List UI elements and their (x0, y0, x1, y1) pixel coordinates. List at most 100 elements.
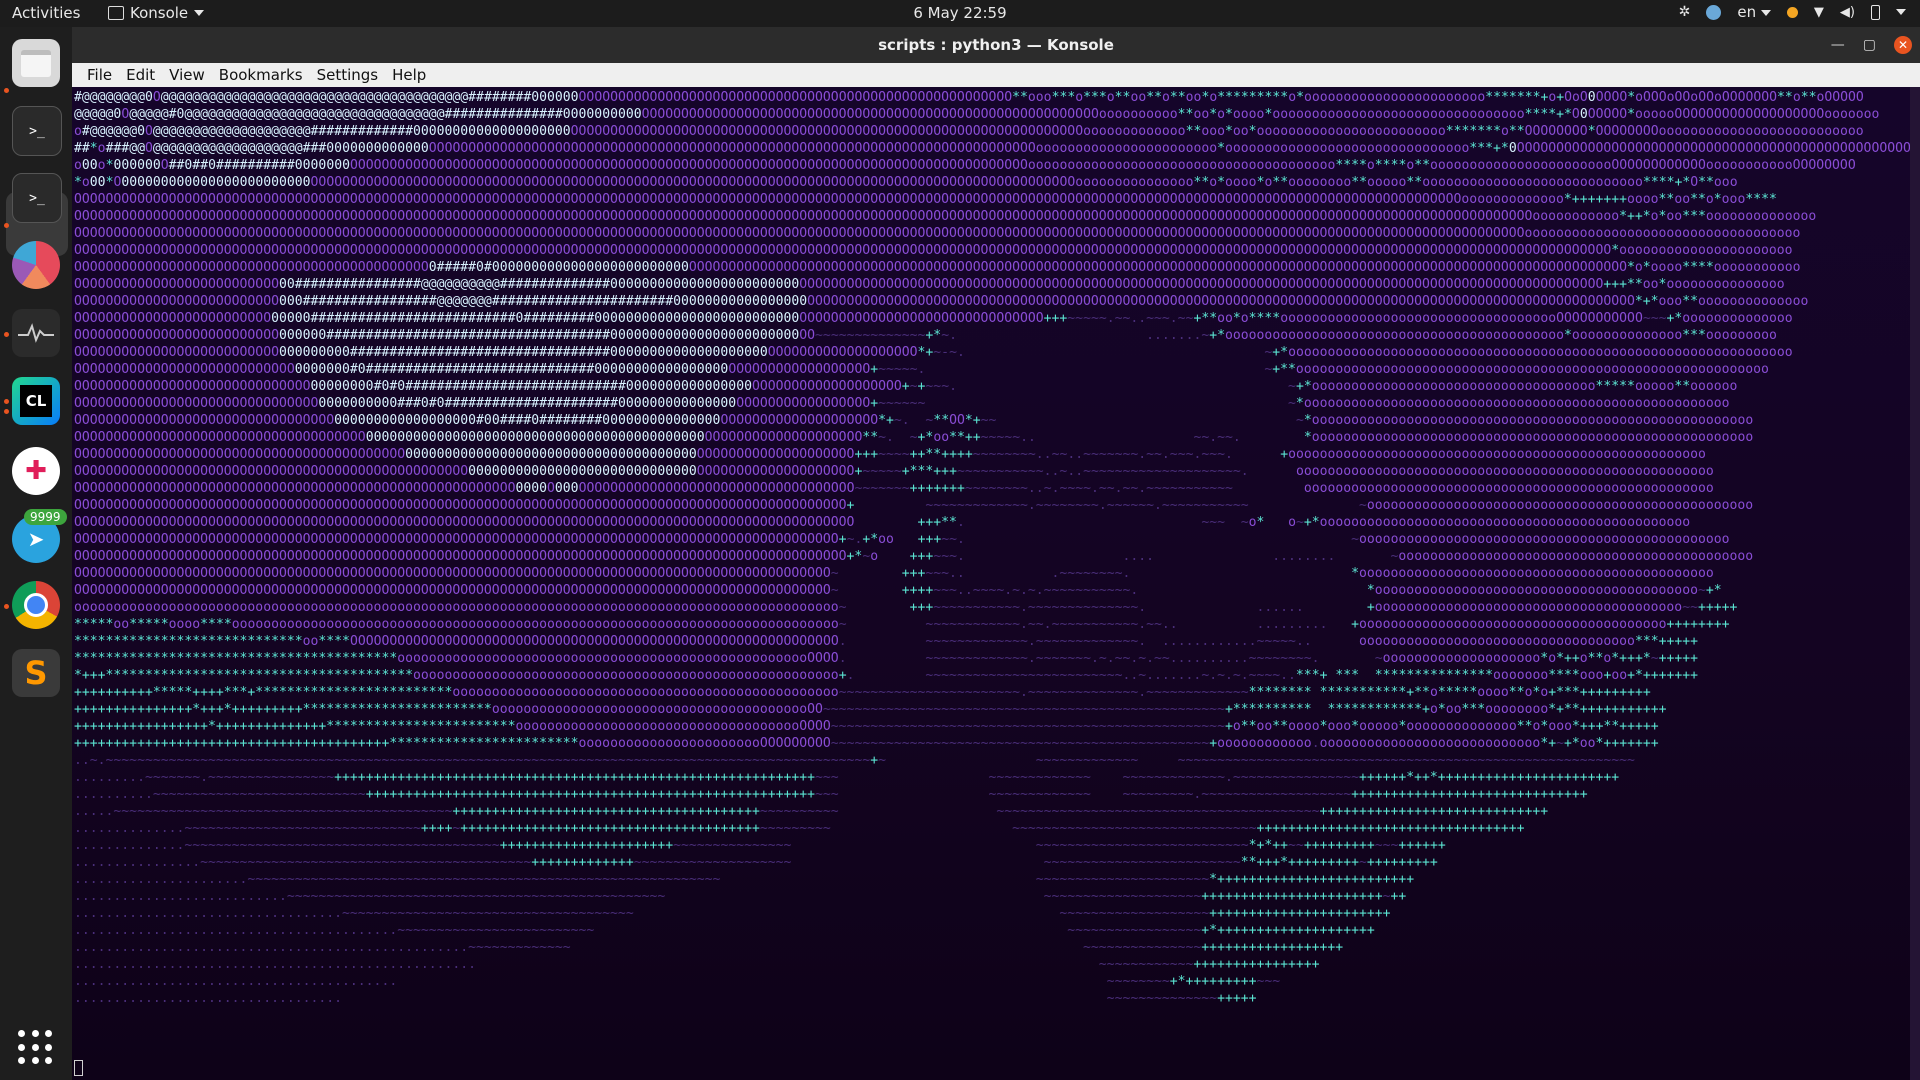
ascii-art-line: o00o*000000O##0##0##########0000000OOOOO… (74, 158, 1856, 173)
menu-settings[interactable]: Settings (310, 66, 386, 84)
ascii-art-line: OOOOOOOOOOOOOOOOOOOOOOOOOOOO0000000#0###… (74, 362, 1769, 377)
system-monitor-icon[interactable] (12, 309, 60, 357)
konsole-window: scripts : python3 — Konsole — ▢ ✕ File E… (72, 27, 1920, 1080)
ascii-art-line: OOOOOOOOOOOOOOOOOOOOOOOOOOOOOOOOOOOOOOOO… (74, 447, 1706, 462)
ascii-art-line: .........~~~~~~~.~~~~~~~~~~~~~~~~+++++++… (74, 770, 1620, 785)
show-applications-button[interactable] (18, 1030, 54, 1066)
system-tray: ✲ en ▼ ◀) (1679, 3, 1906, 21)
clock[interactable]: 6 May 22:59 (913, 4, 1006, 22)
pulse-icon (18, 323, 54, 343)
ascii-art-line: ++++++++++++++++++++++++++++++++++++++++… (74, 736, 1659, 751)
ascii-art-line: ..............~~~~~~~~~~~~~~~~~~~~~~~~~~… (74, 838, 1446, 853)
ascii-art-line: OOOOOOOOOOOOOOOOOOOOOOOOOOOOOOOOOOOOOOOO… (74, 515, 1691, 530)
running-indicator (4, 332, 9, 337)
close-button[interactable]: ✕ (1894, 36, 1912, 54)
terminal-cursor (74, 1060, 83, 1076)
menu-bookmarks[interactable]: Bookmarks (212, 66, 310, 84)
ascii-art-line: @@@@@0O@@@@@#0@@@@@@@@@@@@@@@@@@@@@@@@@@… (74, 107, 1880, 122)
clion-icon[interactable]: CL (12, 377, 60, 425)
ascii-art-line: ...........................~~~~~~~~~~~~~… (74, 889, 1407, 904)
ascii-art-line: +++++++++++++++++*++++++++++++++********… (74, 719, 1659, 734)
terminal-icon[interactable]: >_ (12, 106, 62, 156)
files-icon[interactable] (12, 39, 60, 87)
volume-icon[interactable]: ◀) (1840, 5, 1855, 20)
ascii-art-line: OOOOOOOOOOOOOOOOOOOOOOOOOOOOOOOOOOOOOOOO… (74, 260, 1801, 275)
ascii-art-line: .................................. ~~~~~… (74, 991, 1257, 1006)
konsole-app-icon (108, 6, 124, 20)
menu-help[interactable]: Help (385, 66, 433, 84)
color-picker-icon[interactable] (12, 241, 60, 289)
language-selector[interactable]: en (1737, 3, 1771, 21)
ascii-art-line: ......................~~~~~~~~~~~~~~~~~~… (74, 872, 1415, 887)
slack-icon[interactable]: ✚ (12, 447, 60, 495)
menu-edit[interactable]: Edit (119, 66, 162, 84)
chrome-icon[interactable] (12, 581, 60, 629)
menu-bar: File Edit View Bookmarks Settings Help (72, 63, 1920, 87)
ascii-art-line: ........................................… (74, 940, 1344, 955)
ascii-art-line: ........................................… (74, 957, 1320, 972)
ascii-art-line: ........................................… (74, 974, 1281, 989)
system-menu-chevron-icon[interactable] (1896, 9, 1906, 15)
ascii-art-line: OOOOOOOOOOOOOOOOOOOOOOOOOO000000########… (74, 328, 1777, 343)
wifi-icon[interactable]: ▼ (1814, 5, 1824, 20)
ascii-art-line: OOOOOOOOOOOOOOOOOOOOOOOOOOOOOOOOOOOOOOOO… (74, 583, 1722, 598)
ascii-art-line: .....~~~~~~~~~~~~~~~~~~~~~~~~~~~~~~~~~~~… (74, 804, 1549, 819)
ascii-art-line: ................~~~~~~~~~~~~~~~~~~~~~~~~… (74, 855, 1438, 870)
ascii-art-line: OOOOOOOOOOOOOOOOOOOOOOOOOO000###########… (74, 294, 1809, 309)
ascii-art-line: OOOOOOOOOOOOOOOOOOOOOOOOOOOOOOOOOOOOOOOO… (74, 192, 1777, 207)
ascii-art-line: OOOOOOOOOOOOOOOOOOOOOOOOOOOOOOOOOOOOOOOO… (74, 226, 1801, 241)
maximize-button[interactable]: ▢ (1863, 27, 1876, 63)
sublime-text-icon[interactable]: S (12, 649, 60, 697)
ascii-art-line: OOOOOOOOOOOOOOOOOOOOOOOOOOOOOOOOOOOOOOOO… (74, 549, 1754, 564)
minimize-button[interactable]: — (1831, 27, 1845, 63)
menu-view[interactable]: View (162, 66, 212, 84)
ascii-art-line: OOOOOOOOOOOOOOOOOOOOOOOOOOOOOOOOOOOOOOOO… (74, 243, 1793, 258)
ascii-art-line: OOOOOOOOOOOOOOOOOOOOOOOOOOOOOOOOO0000000… (74, 413, 1754, 428)
ascii-art-line: ........................................… (74, 923, 1375, 938)
terminal-scrollbar[interactable] (1910, 87, 1920, 1080)
activities-button[interactable]: Activities (12, 4, 80, 22)
telegram-badge: 9999 (24, 509, 67, 525)
running-indicator (4, 409, 9, 414)
ascii-art-line: ..~.~~~~~~~~~~~~~~~~~~~~~~~~~~~~~~~~~~~~… (74, 753, 1635, 768)
battery-icon[interactable] (1871, 4, 1880, 20)
ascii-art-line: oooooooooooooooooooooooooooooooooooooooo… (74, 600, 1738, 615)
app-menu-label: Konsole (130, 4, 189, 22)
chevron-down-icon (194, 10, 205, 16)
dock: >_ >_ CL ✚ ➤ 9999 S (0, 27, 72, 1080)
ascii-art-line: *****************************oo****OOOOO… (74, 634, 1699, 649)
ascii-art-line: ##*o###@@O@@@@@@@@@@@@@@@@@@@###00000000… (74, 141, 1919, 156)
ascii-art-line: OOOOOOOOOOOOOOOOOOOOOOOOOO000000000#####… (74, 345, 1793, 360)
window-titlebar[interactable]: scripts : python3 — Konsole — ▢ ✕ (72, 27, 1920, 63)
ascii-art-line: +++++++++++++++*+++*+++++++++***********… (74, 702, 1667, 717)
running-indicator (4, 223, 9, 228)
extension-icon[interactable]: ✲ (1679, 4, 1691, 20)
ascii-art-line: OOOOOOOOOOOOOOOOOOOOOOOOOOOOOOOOOOOOOOOO… (74, 566, 1714, 581)
ascii-art-line: OOOOOOOOOOOOOOOOOOOOOOOOOOOOOOOOOOOOOOOO… (74, 209, 1817, 224)
ascii-art-line: OOOOOOOOOOOOOOOOOOOOOOOOO00000##########… (74, 311, 1793, 326)
chevron-down-icon (1760, 9, 1771, 16)
ascii-art-line: #@@@@@@@@0O@@@@@@@@@@@@@@@@@@@@@@@@@@@@@… (74, 90, 1864, 105)
ascii-art-line: OOOOOOOOOOOOOOOOOOOOOOOOOOOOOOOOOOOOOOOO… (74, 481, 1714, 496)
language-label: en (1737, 3, 1757, 21)
ascii-art-line: OOOOOOOOOOOOOOOOOOOOOOOOOOOOOOO000000000… (74, 396, 1730, 411)
window-title: scripts : python3 — Konsole (878, 36, 1114, 54)
ascii-art-line: OOOOOOOOOOOOOOOOOOOOOOOOOOOOOOOOOOOOOOOO… (74, 464, 1714, 479)
running-indicator (4, 604, 9, 609)
app-menu[interactable]: Konsole (108, 4, 205, 22)
top-panel: Activities Konsole 6 May 22:59 ✲ en ▼ ◀) (0, 0, 1920, 27)
ascii-art-output: #@@@@@@@@0O@@@@@@@@@@@@@@@@@@@@@@@@@@@@@… (72, 87, 1920, 1080)
ascii-art-line: ..................................~~~~~~… (74, 906, 1391, 921)
ascii-art-line: *****oo*****oooo****oooooooooooooooooooo… (74, 617, 1730, 632)
ascii-art-line: ..............~~~~~~~~~~~~~~~~~~~~~~~~~~… (74, 821, 1525, 836)
ascii-art-line: OOOOOOOOOOOOOOOOOOOOOOOOOOOOOO00000000#0… (74, 379, 1738, 394)
ascii-art-line: *o00*O000000000000000000000000OOOOOOOOOO… (74, 175, 1738, 190)
terminal-area[interactable]: #@@@@@@@@0O@@@@@@@@@@@@@@@@@@@@@@@@@@@@@… (72, 87, 1920, 1080)
ascii-art-line: o#@@@@@@0O@@@@@@@@@@@@@@@@@@@@##########… (74, 124, 1864, 139)
notification-dot-icon[interactable] (1786, 6, 1798, 18)
vpn-icon[interactable] (1706, 4, 1722, 20)
ascii-art-line: OOOOOOOOOOOOOOOOOOOOOOOOOOOOOOOOOOOOOOOO… (74, 498, 1754, 513)
menu-file[interactable]: File (80, 66, 119, 84)
running-indicator (4, 399, 9, 404)
konsole-icon[interactable]: >_ (12, 173, 62, 223)
